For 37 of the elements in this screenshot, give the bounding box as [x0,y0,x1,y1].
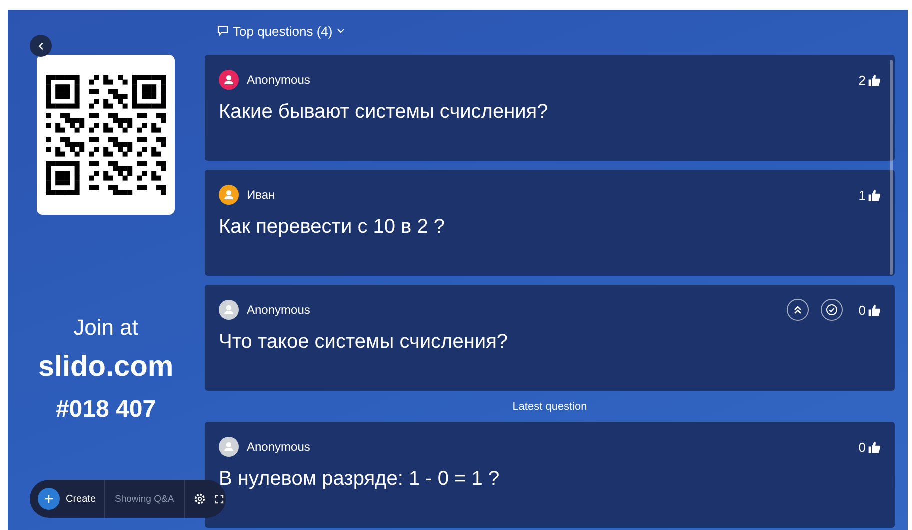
like-count: 2 [858,72,866,88]
check-icon [826,304,838,316]
author-name: Anonymous [247,440,310,454]
thumbs-up-icon[interactable] [868,188,881,202]
plus-icon [38,488,60,510]
question-text: В нулевом разряде: 1 - 0 = 1 ? [219,468,501,491]
back-button[interactable] [30,35,52,57]
event-site: slido.com [38,351,174,384]
highlight-button[interactable] [786,299,809,321]
double-chevron-icon [792,305,803,315]
fullscreen-icon [215,494,224,504]
speech-bubble-icon [217,25,229,37]
event-code: #018 407 [56,396,156,424]
mark-answered-button[interactable] [820,299,843,321]
mode-label: Showing Q&A [105,480,186,518]
thumbs-up-icon[interactable] [868,74,881,86]
author-name: Иван [247,188,276,202]
chevron-left-icon [36,42,46,50]
like-count: 0 [858,440,866,454]
settings-button[interactable] [194,493,206,505]
thumbs-up-icon[interactable] [868,304,881,316]
settings-icon [194,493,206,505]
like-count: 0 [858,302,866,318]
author-name: Anonymous [247,303,310,317]
section-label: Latest question [512,401,588,413]
create-button[interactable]: Create [38,480,106,518]
author-name: Anonymous [247,73,310,87]
thumbs-up-icon[interactable] [868,440,881,454]
like-count: 1 [858,188,866,202]
join-label: Join at [74,315,138,341]
chevron-down-icon [336,27,345,35]
sort-dropdown[interactable]: Top questions (4) [217,19,345,43]
question-text: Как перевести с 10 в 2 ? [219,216,446,239]
question-text: Какие бывают системы счисления? [219,101,550,124]
question-text: Что такое системы счисления? [219,331,510,354]
scrollbar[interactable] [890,60,893,275]
fullscreen-button[interactable] [215,494,224,504]
